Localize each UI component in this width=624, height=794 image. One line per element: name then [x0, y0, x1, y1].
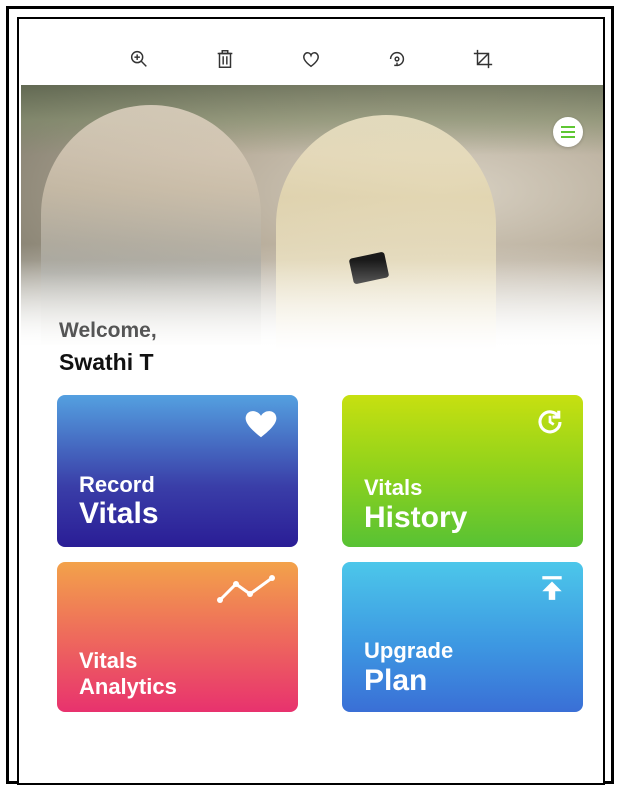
history-clock-icon [538, 410, 562, 434]
hero-photo [21, 85, 603, 350]
zoom-in-button[interactable] [121, 41, 157, 77]
tile-line2: Vitals [79, 497, 159, 530]
upgrade-plan-tile[interactable]: Upgrade Plan [342, 562, 583, 712]
tile-line1: Record [79, 472, 155, 497]
tile-line1: Vitals [364, 475, 423, 500]
tile-line2: Plan [364, 664, 428, 697]
hamburger-icon [561, 126, 575, 128]
heart-icon [303, 52, 319, 68]
trash-icon [217, 50, 233, 68]
crop-button[interactable] [465, 41, 501, 77]
zoom-in-icon [130, 50, 147, 67]
record-vitals-tile[interactable]: Record Vitals [57, 395, 298, 547]
tile-line2: History [364, 501, 468, 534]
rotate-button[interactable] [379, 41, 415, 77]
hamburger-icon-line [561, 136, 575, 138]
vitals-history-tile[interactable]: Vitals History [342, 395, 583, 547]
image-toolbar [19, 37, 603, 81]
rotate-icon [389, 51, 405, 67]
heart-icon [245, 411, 277, 438]
menu-button[interactable] [553, 117, 583, 147]
welcome-text: Welcome, [59, 319, 157, 342]
tile-line1: Upgrade [364, 638, 454, 663]
vitals-analytics-tile[interactable]: Vitals Analytics [57, 562, 298, 712]
favorite-button[interactable] [293, 41, 329, 77]
tile-line1: Vitals [79, 648, 138, 673]
upload-arrow-icon [542, 576, 562, 600]
outer-frame: Welcome, Swathi T Record Vitals Vitals H… [6, 6, 614, 785]
delete-button[interactable] [207, 41, 243, 77]
username-text: Swathi T [59, 349, 154, 375]
tile-line2: Analytics [79, 674, 177, 699]
trend-line-icon [217, 575, 275, 603]
hamburger-icon-line [561, 131, 575, 133]
screen: Welcome, Swathi T Record Vitals Vitals H… [17, 17, 605, 785]
crop-icon [473, 49, 493, 69]
